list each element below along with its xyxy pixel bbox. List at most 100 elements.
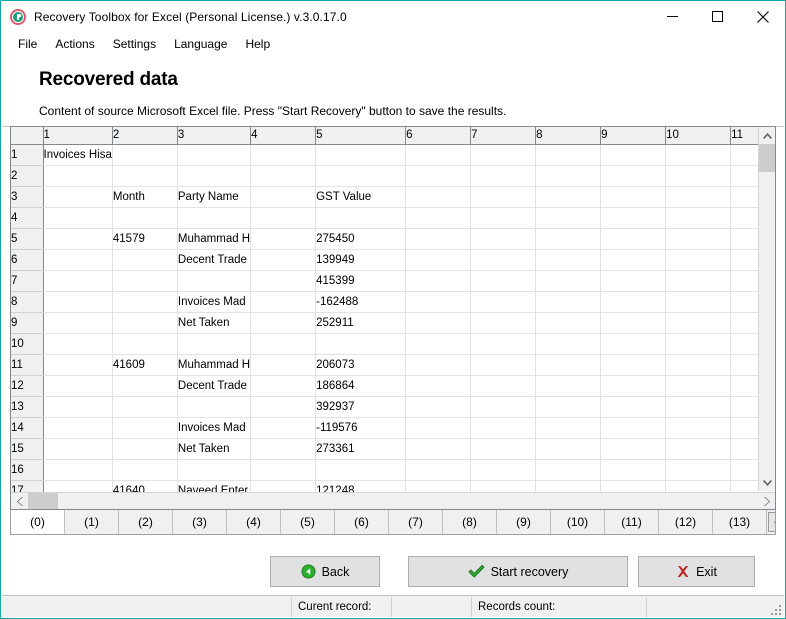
vertical-scroll-thumb[interactable] [759,144,775,172]
row-header[interactable]: 16 [11,459,43,480]
grid-cell[interactable] [601,375,666,396]
grid-cell[interactable] [601,312,666,333]
sheet-tab-3[interactable]: (3) [173,510,227,534]
column-header-5[interactable]: 5 [316,127,406,144]
grid-cell[interactable] [251,165,316,186]
grid-cell[interactable] [601,207,666,228]
sheet-tab-6[interactable]: (6) [335,510,389,534]
grid-cell[interactable] [536,459,601,480]
grid-cell[interactable] [177,270,250,291]
table-row[interactable]: 13392937 [11,396,771,417]
grid-cell[interactable] [316,333,406,354]
grid-cell[interactable] [251,228,316,249]
grid-cell[interactable] [316,165,406,186]
grid-cell[interactable] [666,417,731,438]
grid-cell[interactable] [666,291,731,312]
grid-cell[interactable] [471,312,536,333]
grid-cell[interactable] [43,186,112,207]
table-row[interactable]: 1Invoices Hisa [11,144,771,165]
grid-cell[interactable] [471,165,536,186]
grid-cell[interactable] [251,417,316,438]
grid-cell[interactable] [536,438,601,459]
grid-cell[interactable] [43,312,112,333]
grid-cell[interactable] [251,249,316,270]
grid-cell[interactable] [666,249,731,270]
grid-cell[interactable]: GST Value [316,186,406,207]
grid-cell[interactable]: Month [112,186,177,207]
grid-cell[interactable]: Invoices Hisa [43,144,112,165]
table-row[interactable]: 14Invoices Mad-119576 [11,417,771,438]
grid-cell[interactable] [471,354,536,375]
row-header[interactable]: 12 [11,375,43,396]
grid-cell[interactable] [536,354,601,375]
grid-cell[interactable] [666,186,731,207]
grid-cell[interactable] [112,291,177,312]
grid-cell[interactable] [251,459,316,480]
column-header-9[interactable]: 9 [601,127,666,144]
row-header[interactable]: 6 [11,249,43,270]
table-row[interactable]: 4 [11,207,771,228]
grid-cell[interactable] [112,165,177,186]
column-header-6[interactable]: 6 [406,127,471,144]
column-header-3[interactable]: 3 [177,127,250,144]
grid-cell[interactable] [601,333,666,354]
sheet-tab-13[interactable]: (13) [713,510,767,534]
start-recovery-button[interactable]: Start recovery [408,556,628,587]
grid-cell[interactable] [536,312,601,333]
sheet-tab-prev-button[interactable] [768,512,776,532]
grid-cell[interactable] [112,438,177,459]
table-row[interactable]: 7415399 [11,270,771,291]
grid-cell[interactable] [251,438,316,459]
grid-cell[interactable]: Muhammad H [177,354,250,375]
sheet-tab-0[interactable]: (0) [11,510,65,534]
grid-cell[interactable] [471,270,536,291]
back-button[interactable]: Back [270,556,380,587]
grid-cell[interactable] [43,459,112,480]
grid-cell[interactable] [471,228,536,249]
grid-cell[interactable] [601,228,666,249]
grid-cell[interactable] [251,186,316,207]
grid-cell[interactable] [112,396,177,417]
grid-cell[interactable] [112,375,177,396]
grid-cell[interactable] [406,249,471,270]
grid-cell[interactable] [601,291,666,312]
scroll-down-button[interactable] [759,474,775,491]
grid-cell[interactable] [316,459,406,480]
table-row[interactable]: 9Net Taken252911 [11,312,771,333]
grid-cell[interactable] [601,249,666,270]
grid-corner[interactable] [11,127,43,144]
sheet-tab-4[interactable]: (4) [227,510,281,534]
grid-cell[interactable] [536,228,601,249]
column-header-10[interactable]: 10 [666,127,731,144]
grid-cell[interactable] [251,375,316,396]
grid-cell[interactable] [406,228,471,249]
table-row[interactable]: 3MonthParty NameGST Value [11,186,771,207]
grid-cell[interactable] [43,333,112,354]
table-row[interactable]: 8Invoices Mad-162488 [11,291,771,312]
grid-cell[interactable] [471,459,536,480]
sheet-tab-2[interactable]: (2) [119,510,173,534]
grid-cell[interactable] [666,228,731,249]
grid-cell[interactable]: 41609 [112,354,177,375]
table-row[interactable]: 1141609Muhammad H206073 [11,354,771,375]
resize-grip-icon[interactable] [769,603,781,615]
grid-cell[interactable] [406,291,471,312]
grid-cell[interactable] [536,333,601,354]
grid-cell[interactable] [406,354,471,375]
row-header[interactable]: 14 [11,417,43,438]
row-header[interactable]: 8 [11,291,43,312]
row-header[interactable]: 9 [11,312,43,333]
row-header[interactable]: 2 [11,165,43,186]
menu-item-language[interactable]: Language [165,35,236,53]
grid-cell[interactable] [251,354,316,375]
grid-cell[interactable]: Net Taken [177,438,250,459]
grid-cell[interactable]: Net Taken [177,312,250,333]
grid-cell[interactable]: Muhammad H [177,228,250,249]
grid-cell[interactable] [601,144,666,165]
column-header-2[interactable]: 2 [112,127,177,144]
column-header-7[interactable]: 7 [471,127,536,144]
row-header[interactable]: 1 [11,144,43,165]
column-header-1[interactable]: 1 [43,127,112,144]
grid-cell[interactable] [112,207,177,228]
grid-cell[interactable] [471,375,536,396]
